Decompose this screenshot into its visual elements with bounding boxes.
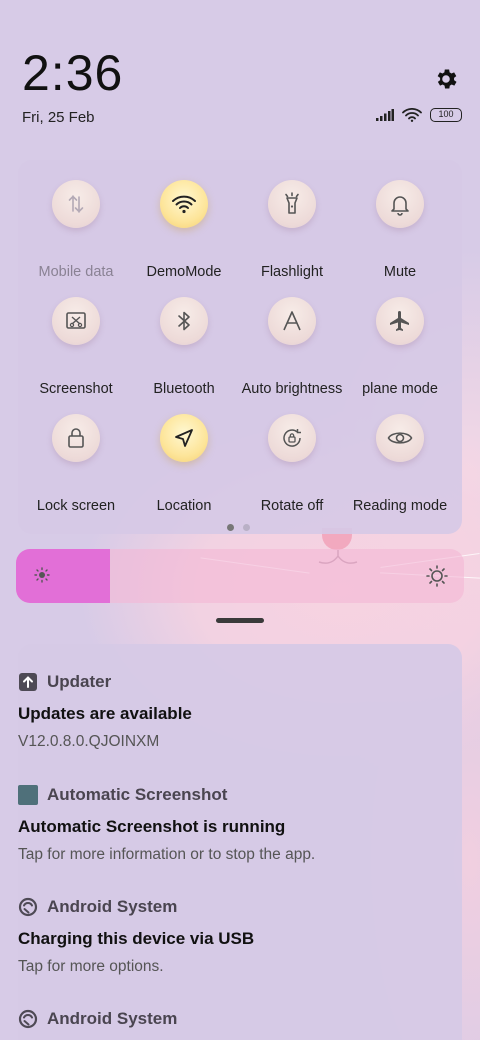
android-system-icon: [18, 1009, 38, 1029]
tile-label: Rotate off: [260, 498, 324, 514]
brightness-fill: [16, 549, 110, 603]
tile-rotate-off[interactable]: Rotate off: [238, 414, 346, 524]
tile-label: Flashlight: [260, 264, 324, 280]
tile-label: Location: [156, 498, 212, 514]
battery-indicator: 100: [430, 108, 462, 122]
tile-reading-mode[interactable]: Reading mode: [346, 414, 454, 524]
screenshot-icon[interactable]: [52, 297, 100, 345]
mobile-data-icon[interactable]: [52, 180, 100, 228]
brightness-slider[interactable]: [16, 549, 464, 603]
notification-body: Tap for more options.: [18, 958, 164, 975]
page-dot-active: [227, 524, 234, 531]
tile-label: plane mode: [362, 381, 438, 397]
notification-android-system-2[interactable]: Android System: [18, 1009, 428, 1029]
notification-app-name: Android System: [47, 897, 178, 916]
tile-mobile-data[interactable]: Mobile data: [22, 180, 130, 290]
notification-app-name: Android System: [47, 1009, 178, 1028]
location-icon[interactable]: [160, 414, 208, 462]
page-dot: [243, 524, 250, 531]
brightness-high-icon: [426, 565, 448, 587]
signal-icon: [376, 109, 394, 121]
bell-icon[interactable]: [376, 180, 424, 228]
tile-demomode[interactable]: DemoMode: [130, 180, 238, 290]
notification-app-name: Automatic Screenshot: [47, 785, 228, 804]
flashlight-icon[interactable]: [268, 180, 316, 228]
notification-body: V12.0.8.0.QJOINXM: [18, 733, 160, 750]
tile-label: Auto brightness: [241, 381, 343, 397]
airplane-icon[interactable]: [376, 297, 424, 345]
tile-label: DemoMode: [146, 264, 222, 280]
tile-label: Mobile data: [38, 264, 114, 280]
brightness-low-icon: [34, 567, 50, 583]
update-arrow-icon: [18, 672, 38, 692]
tile-label: Screenshot: [39, 381, 113, 397]
notification-app-name: Updater: [47, 672, 112, 691]
tile-bluetooth[interactable]: Bluetooth: [130, 297, 238, 407]
lock-icon[interactable]: [52, 414, 100, 462]
bluetooth-icon[interactable]: [160, 297, 208, 345]
tile-location[interactable]: Location: [130, 414, 238, 524]
notification-updater[interactable]: Updater Updates are available V12.0.8.0.…: [18, 672, 428, 751]
tile-screenshot[interactable]: Screenshot: [22, 297, 130, 407]
tile-auto-brightness[interactable]: Auto brightness: [238, 297, 346, 407]
notification-title: Charging this device via USB: [18, 929, 255, 948]
settings-gear-icon[interactable]: [433, 66, 459, 92]
tile-flashlight[interactable]: Flashlight: [238, 180, 346, 290]
status-icons: 100: [376, 108, 462, 122]
tile-mute[interactable]: Mute: [346, 180, 454, 290]
rotation-lock-icon[interactable]: [268, 414, 316, 462]
eye-icon[interactable]: [376, 414, 424, 462]
auto-brightness-icon[interactable]: [268, 297, 316, 345]
tile-lock-screen[interactable]: Lock screen: [22, 414, 130, 524]
notification-title: Updates are available: [18, 704, 192, 723]
tile-label: Mute: [383, 264, 417, 280]
notification-android-system[interactable]: Android System Charging this device via …: [18, 897, 428, 976]
notification-automatic-screenshot[interactable]: Automatic Screenshot Automatic Screensho…: [18, 785, 428, 864]
tile-label: Lock screen: [36, 498, 116, 514]
tile-plane-mode[interactable]: plane mode: [346, 297, 454, 407]
app-square-icon: [18, 785, 38, 805]
date[interactable]: Fri, 25 Feb: [22, 109, 95, 126]
tile-label: Reading mode: [352, 498, 448, 514]
notification-body: Tap for more information or to stop the …: [18, 846, 316, 863]
wifi-icon[interactable]: [160, 180, 208, 228]
android-system-icon: [18, 897, 38, 917]
drag-handle[interactable]: [216, 618, 264, 623]
page-indicator: [227, 524, 250, 531]
wifi-icon: [402, 108, 422, 122]
clock[interactable]: 2:36: [22, 48, 123, 98]
notification-title: Automatic Screenshot is running: [18, 817, 286, 836]
tile-label: Bluetooth: [153, 381, 215, 397]
